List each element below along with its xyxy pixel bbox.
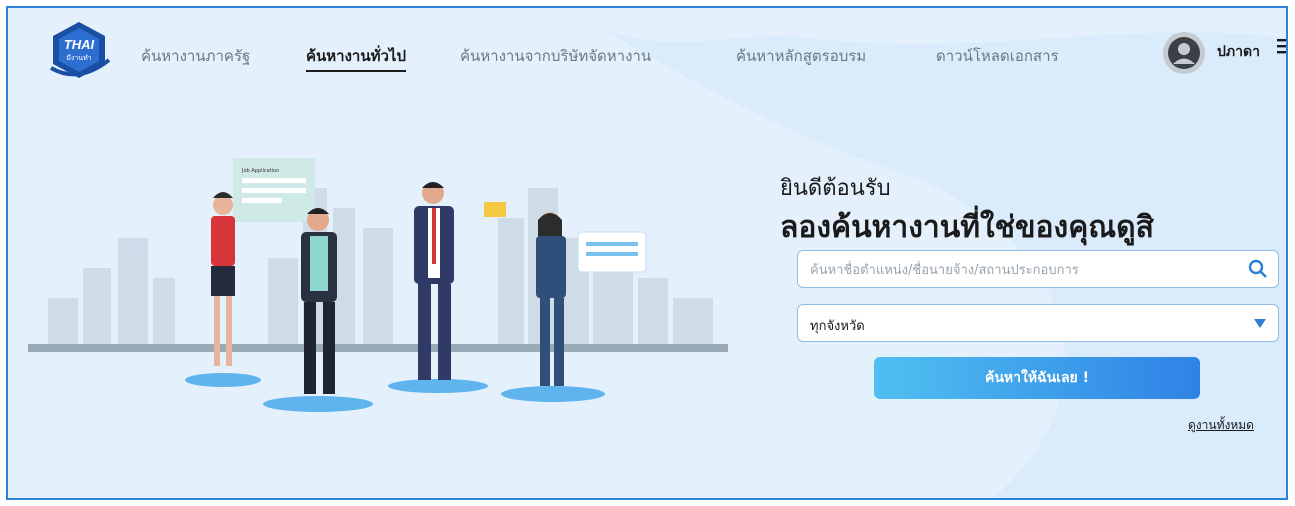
- province-selected-value: ทุกจังหวัด: [810, 319, 865, 334]
- job-application-title: Job Application: [241, 168, 279, 174]
- logo-brand: THAI: [64, 37, 95, 52]
- page-frame: THAI มีงานทำ ค้นหางานภาครัฐ ค้นหางานทั่ว…: [6, 6, 1288, 500]
- nav-government-jobs[interactable]: ค้นหางานภาครัฐ: [141, 44, 250, 68]
- search-submit-button[interactable]: ค้นหาให้ฉันเลย !: [874, 357, 1200, 399]
- nav-agency-jobs[interactable]: ค้นหางานจากบริษัทจัดหางาน: [460, 44, 651, 68]
- view-all-jobs-link[interactable]: ดูงานทั้งหมด: [1188, 416, 1254, 435]
- nav-training-courses[interactable]: ค้นหาหลักสูตรอบรม: [736, 44, 866, 68]
- chevron-down-icon[interactable]: [1254, 319, 1266, 328]
- nav-download-documents[interactable]: ดาวน์โหลดเอกสาร: [936, 44, 1059, 68]
- logo-sub: มีงานทำ: [66, 54, 91, 62]
- site-logo[interactable]: THAI มีงานทำ: [35, 20, 123, 80]
- user-avatar-icon[interactable]: [1163, 32, 1205, 74]
- search-icon[interactable]: [1248, 259, 1268, 279]
- province-select[interactable]: ทุกจังหวัด: [797, 304, 1279, 342]
- nav-general-jobs[interactable]: ค้นหางานทั่วไป: [306, 44, 406, 72]
- hamburger-menu-icon[interactable]: [1277, 38, 1286, 58]
- welcome-text: ยินดีต้อนรับ: [780, 176, 891, 201]
- hero-tagline: ลองค้นหางานที่ใช่ของคุณดูสิ: [780, 210, 1154, 245]
- job-search-field[interactable]: [797, 250, 1279, 288]
- user-name[interactable]: ปภาดา: [1217, 41, 1260, 63]
- job-search-input[interactable]: [808, 257, 1232, 283]
- job-seekers-illustration: Job Application: [28, 158, 728, 412]
